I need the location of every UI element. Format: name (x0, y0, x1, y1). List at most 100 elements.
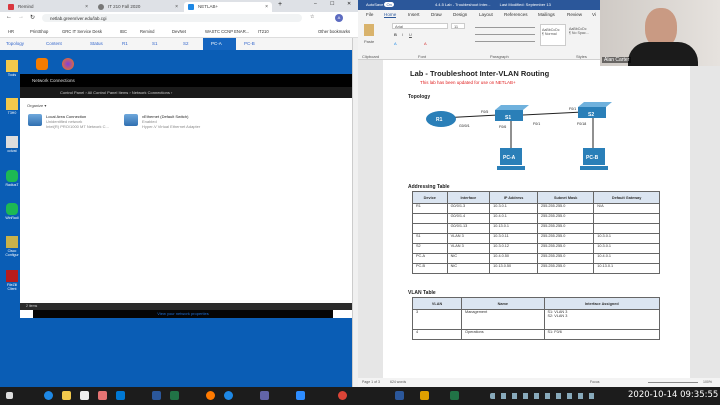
tab-references[interactable]: References (504, 12, 528, 17)
excel-icon[interactable] (170, 391, 179, 400)
underline-button[interactable]: U (409, 32, 412, 37)
star-icon[interactable]: ☆ (310, 14, 314, 20)
organize-menu[interactable]: Organize ▾ (27, 103, 46, 108)
netlab-status[interactable]: Status (90, 41, 103, 46)
app-icon[interactable] (420, 391, 429, 400)
connection-local-area[interactable]: Local Area Connection Unidentified networ… (28, 114, 109, 129)
bookmark[interactable]: WASTC CCNP ENAR... (205, 29, 249, 34)
tab-bar: Remind × IT 210 Fall 2020 × NETLAB+ × + – ☐… (0, 0, 358, 12)
tab-review[interactable]: Review (567, 12, 582, 17)
bookmark[interactable]: GRC IT Service Desk (62, 29, 102, 34)
maximize-button[interactable]: ☐ (330, 1, 334, 7)
desktop-icon-firefox[interactable] (60, 58, 76, 71)
netlab-content[interactable]: Content (46, 41, 62, 46)
style-normal[interactable]: AaBbCcDc ¶ Normal (540, 24, 566, 46)
paragraph-controls[interactable] (475, 24, 535, 46)
bookmark[interactable]: IBC (120, 29, 127, 34)
tab-remind[interactable]: Remind × (4, 2, 92, 12)
tab-netlab[interactable]: NETLAB+ × (184, 2, 272, 12)
minimize-button[interactable]: – (314, 1, 317, 7)
tab-it210[interactable]: IT 210 Fall 2020 × (94, 2, 182, 12)
desktop-icon-tools[interactable]: Tools (4, 60, 20, 77)
netlab-r1[interactable]: R1 (122, 41, 128, 46)
paste-icon[interactable] (364, 24, 374, 36)
profile-avatar[interactable]: A (335, 13, 343, 22)
bold-button[interactable]: B (394, 32, 397, 37)
bookmark[interactable]: DevNet (172, 29, 186, 34)
bookmark[interactable]: HR (8, 29, 14, 34)
font-size-select[interactable]: 11 (451, 23, 465, 29)
close-window-button[interactable]: ✕ (347, 1, 351, 7)
zoom-slider[interactable] (648, 382, 698, 383)
store-icon[interactable] (80, 391, 89, 400)
focus-button[interactable]: Focus (590, 380, 600, 384)
tab-mailings[interactable]: Mailings (538, 12, 555, 17)
tab-file[interactable]: File (366, 12, 373, 17)
url-input[interactable]: netlab.greenriver.edu/lab.cgi (42, 14, 302, 22)
outlook-icon[interactable] (116, 391, 125, 400)
tab-insert[interactable]: Insert (408, 12, 420, 17)
breadcrumb-item[interactable]: Network Connections (132, 90, 170, 95)
new-tab-button[interactable]: + (278, 1, 282, 8)
system-tray-icons[interactable] (490, 393, 600, 399)
firefox-icon[interactable] (206, 391, 215, 400)
tab-layout[interactable]: Layout (479, 12, 493, 17)
text-effects-icon[interactable]: A (394, 41, 397, 46)
close-tab-icon[interactable]: × (85, 4, 88, 10)
netlab-s1[interactable]: S1 (152, 41, 158, 46)
file-explorer-icon[interactable] (62, 391, 71, 400)
netlab-pca[interactable]: PC-A (203, 38, 236, 50)
desktop-icon-radius[interactable]: RadiusT (4, 170, 20, 187)
breadcrumb-item[interactable]: Control Panel (60, 90, 84, 95)
font-name-select[interactable]: Arial (392, 23, 448, 29)
word-taskbar-icon[interactable] (395, 391, 404, 400)
app-icon[interactable] (450, 391, 459, 400)
table-cell: 10.13.0.1 (489, 223, 539, 234)
style-no-spacing[interactable]: AaBbCcDc ¶ No Spac... (568, 24, 594, 46)
teams-icon[interactable] (260, 391, 269, 400)
autosave-toggle[interactable]: On (384, 2, 394, 7)
tab-design[interactable]: Design (453, 12, 467, 17)
chrome-icon[interactable] (338, 391, 347, 400)
forward-icon[interactable]: → (18, 14, 24, 20)
bookmark[interactable]: IT210 (258, 29, 269, 34)
zoom-icon[interactable] (296, 391, 305, 400)
netlab-s2[interactable]: S2 (183, 41, 189, 46)
edge-icon[interactable] (44, 391, 53, 400)
app-icon[interactable] (98, 391, 107, 400)
bookmark[interactable]: Remind (140, 29, 154, 34)
desktop-icon-cctvat[interactable]: cctvat (4, 136, 20, 153)
tab-draw[interactable]: Draw (431, 12, 442, 17)
group-label: Font (418, 54, 427, 59)
desktop-icon-filezilla[interactable]: FileZill Client (4, 270, 20, 291)
netlab-topology[interactable]: Topology (6, 41, 24, 46)
desktop-icon-folder[interactable]: T3H0 (4, 98, 20, 115)
bookmark[interactable]: PrintShop (30, 29, 48, 34)
close-tab-icon[interactable]: × (265, 4, 268, 10)
network-properties-link[interactable]: View your network properties (33, 310, 333, 318)
netlab-pcb[interactable]: PC-B (244, 41, 255, 46)
desktop-icon-cisco[interactable]: Cisco Configur (4, 236, 20, 257)
table-cell: 255.255.255.0 (537, 243, 595, 254)
tab-label: IT 210 Fall 2020 (108, 4, 141, 9)
document-name: 4.4.5 Lab - Troubleshoot Inter... (434, 2, 491, 7)
word-icon[interactable] (152, 391, 161, 400)
close-tab-icon[interactable]: × (175, 4, 178, 10)
explorer-address-bar[interactable]: Control Panel › All Control Panel Items … (20, 87, 353, 98)
back-icon[interactable]: ← (6, 14, 12, 20)
desktop-icon-winradius[interactable]: WinRadi (4, 203, 20, 220)
connection-vethernet[interactable]: vEthernet (Default Switch) Enabled Hyper-V… (124, 114, 200, 129)
tab-home[interactable]: Home (384, 12, 397, 18)
start-icon[interactable] (6, 392, 13, 399)
font-color-icon[interactable]: A (424, 41, 427, 46)
italic-button[interactable]: I (402, 32, 403, 37)
pc-b-label: PC-B (586, 155, 599, 161)
folder-icon (6, 60, 18, 72)
breadcrumb-item[interactable]: All Control Panel Items (88, 90, 129, 95)
tab-view[interactable]: Vi (592, 12, 596, 17)
desktop-icon-app[interactable] (34, 58, 50, 71)
ie-icon[interactable] (224, 391, 233, 400)
other-bookmarks[interactable]: Other bookmarks (318, 29, 350, 34)
document-page[interactable]: Lab - Troubleshoot Inter-VLAN Routing Th… (383, 60, 690, 378)
reload-icon[interactable]: ↻ (30, 14, 35, 21)
